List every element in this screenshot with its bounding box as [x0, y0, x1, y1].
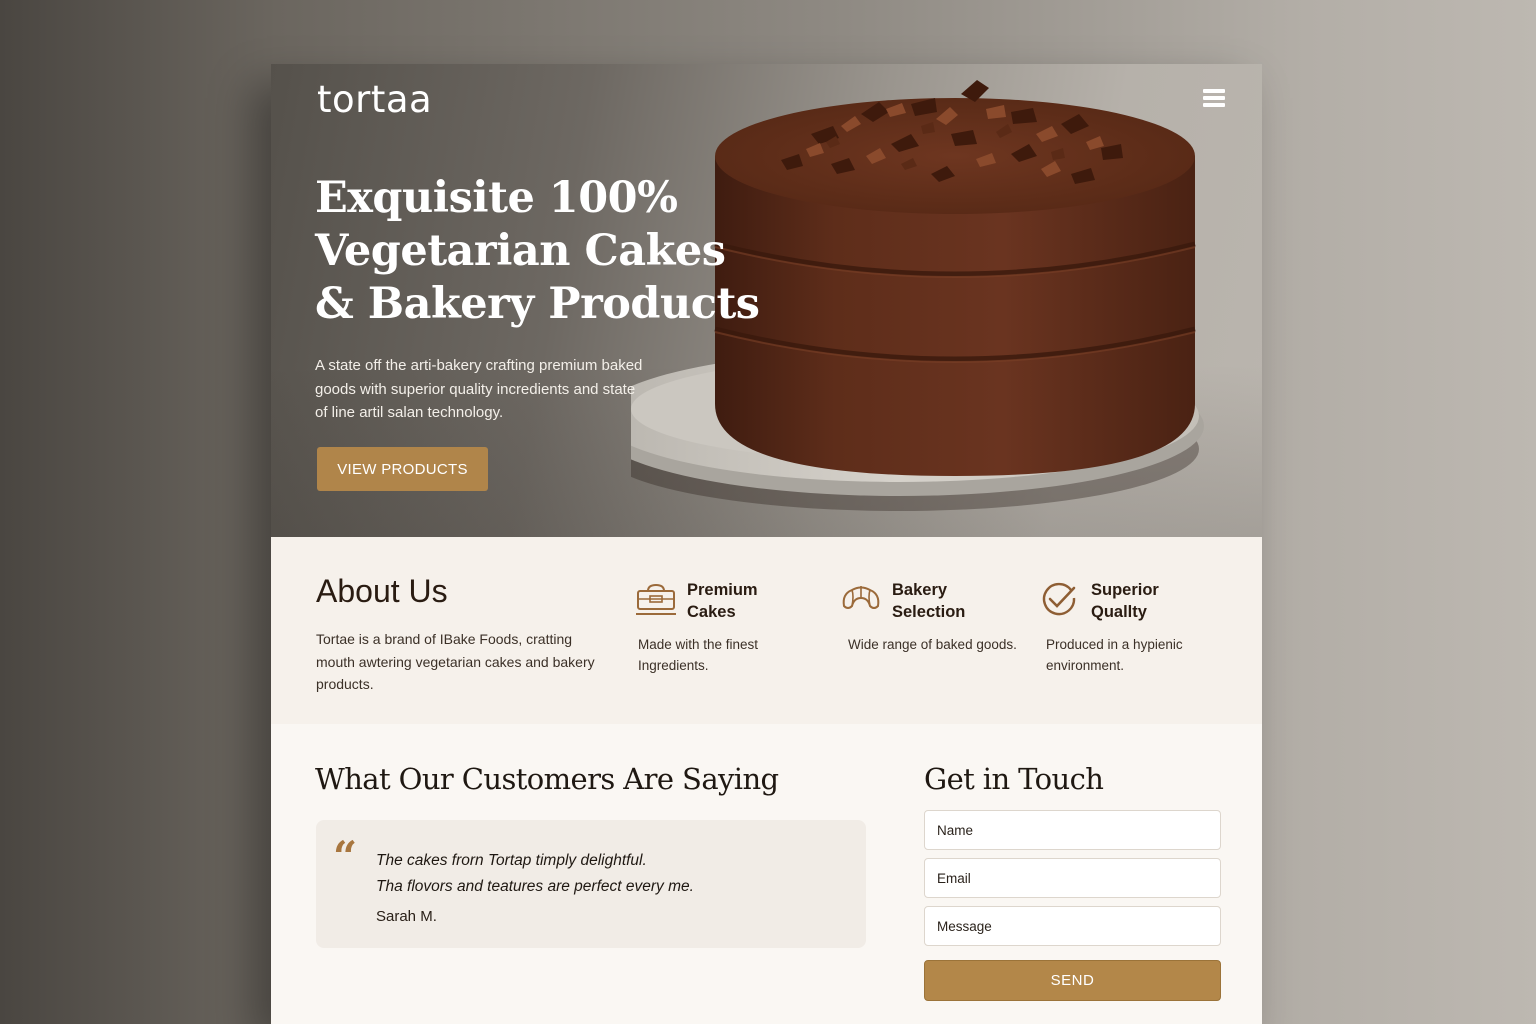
- testimonial-quote: The cakes frorn Tortap timply delightful…: [376, 848, 846, 900]
- cake-box-icon: [636, 583, 676, 615]
- hero-section: tortaa Exquisite 100% Vegetarian Cakes &…: [271, 64, 1262, 537]
- email-field[interactable]: Email: [924, 858, 1221, 898]
- testimonial-card: “ The cakes frorn Tortap timply delightf…: [316, 820, 866, 948]
- hero-title-line: Vegetarian Cakes: [315, 226, 726, 276]
- quote-icon: “: [333, 832, 358, 881]
- feature-text: Wide range of baked goods.: [848, 637, 1017, 652]
- about-heading: About Us: [316, 573, 448, 609]
- brand-logo[interactable]: tortaa: [317, 78, 432, 121]
- testimonial-author: Sarah M.: [376, 908, 437, 925]
- contact-heading: Get in Touch: [924, 762, 1104, 796]
- view-products-button[interactable]: VIEW PRODUCTS: [317, 447, 488, 491]
- feature-title-line: Premium: [687, 581, 758, 599]
- check-circle-icon: [1042, 582, 1076, 616]
- feature-title: Superior Quallty: [1091, 579, 1211, 623]
- message-field[interactable]: Message: [924, 906, 1221, 946]
- feature-text: Made with the finest Ingredients.: [638, 637, 759, 673]
- hero-title-line: & Bakery Products: [315, 279, 760, 329]
- hero-subtitle: A state off the arti-bakery crafting pre…: [315, 357, 643, 421]
- feature-title-line: Cakes: [687, 603, 736, 621]
- feature-title-line: Superior: [1091, 581, 1159, 599]
- testimonials-heading: What Our Customers Are Saying: [315, 762, 779, 796]
- feature-title-line: Bakery: [892, 581, 948, 599]
- name-field[interactable]: Name: [924, 810, 1221, 850]
- testimonials-contact-section: What Our Customers Are Saying “ The cake…: [271, 724, 1262, 1024]
- hero-title-line: Exquisite 100%: [315, 173, 678, 223]
- quote-line: The cakes frorn Tortap timply delightful…: [376, 852, 647, 869]
- hero-title: Exquisite 100% Vegetarian Cakes & Bakery…: [315, 172, 760, 331]
- croissant-icon: [842, 586, 880, 609]
- feature-title: Premium Cakes: [687, 579, 807, 623]
- feature-title: Bakery Selection: [892, 579, 1012, 623]
- feature-text: Produced in a hypienic environment.: [1046, 637, 1183, 673]
- hamburger-menu-icon[interactable]: [1203, 89, 1225, 109]
- about-section: About Us Tortae is a brand of IBake Food…: [271, 537, 1262, 724]
- send-button[interactable]: SEND: [924, 960, 1221, 1001]
- feature-title-line: Quallty: [1091, 603, 1147, 621]
- quote-line: Tha flovors and teatures are perfect eve…: [376, 878, 694, 895]
- about-text: Tortae is a brand of IBake Foods, cratti…: [316, 631, 595, 692]
- landing-page: tortaa Exquisite 100% Vegetarian Cakes &…: [271, 64, 1262, 1024]
- feature-title-line: Selection: [892, 603, 966, 621]
